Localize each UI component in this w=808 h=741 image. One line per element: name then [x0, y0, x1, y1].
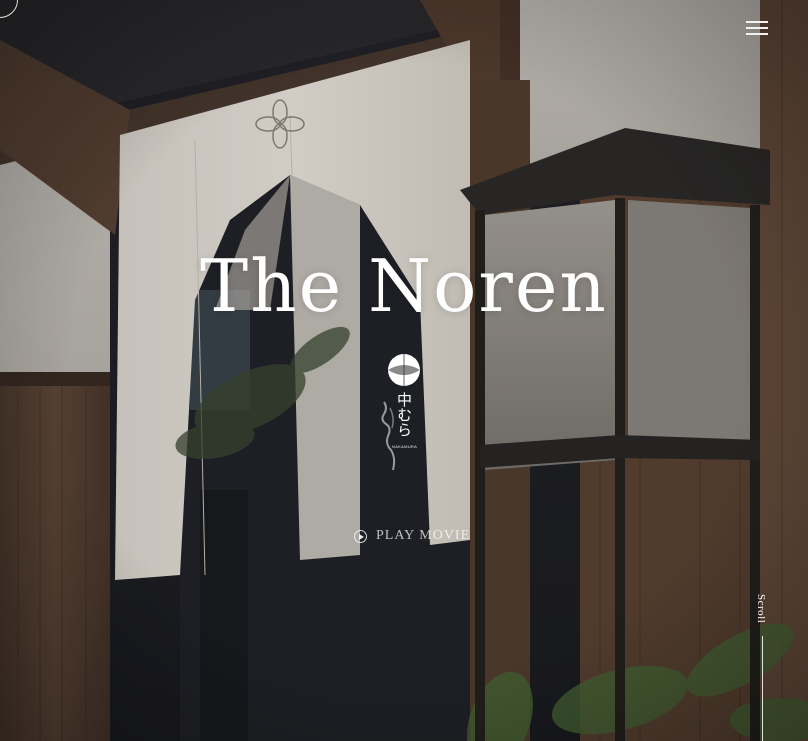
- logo-subtext: NAKAMURA: [392, 444, 418, 449]
- hero-section: The Noren 中むら NAKAMURA PLAY MOVIE Scroll: [0, 0, 808, 741]
- hamburger-menu-icon[interactable]: [746, 18, 770, 36]
- logo-text: 中むら: [395, 392, 413, 437]
- scroll-label: Scroll: [755, 594, 767, 624]
- play-movie-label: PLAY MOVIE: [376, 528, 471, 543]
- scroll-line: [762, 636, 763, 741]
- hero-title: The Noren: [200, 244, 608, 328]
- play-movie-button[interactable]: PLAY MOVIE: [354, 527, 470, 545]
- scroll-indicator[interactable]: Scroll: [753, 594, 773, 741]
- play-circle-icon: [354, 529, 367, 543]
